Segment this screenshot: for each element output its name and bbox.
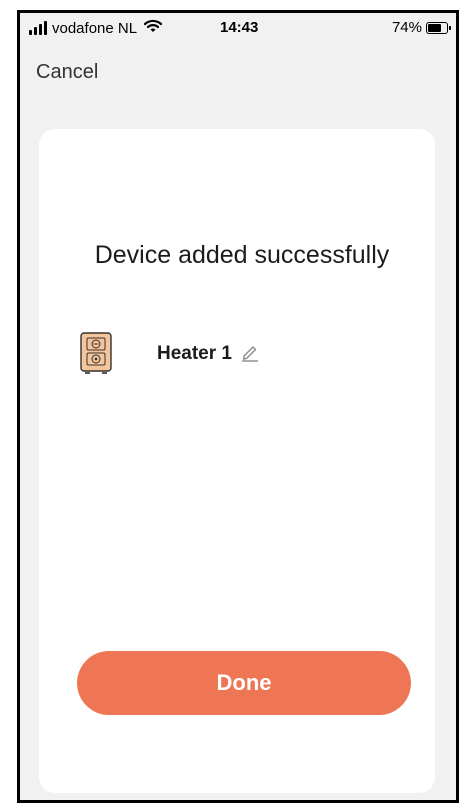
device-row: Heater 1 xyxy=(79,331,260,377)
pencil-icon[interactable] xyxy=(240,342,260,367)
wifi-icon xyxy=(143,19,163,37)
status-bar: vodafone NL 14:43 74% xyxy=(20,13,456,47)
battery-fill xyxy=(428,23,441,32)
signal-bars-icon xyxy=(29,21,47,35)
battery-percent: 74% xyxy=(391,19,422,36)
device-name: Heater 1 xyxy=(157,343,232,364)
status-left: vodafone NL xyxy=(29,19,163,37)
carrier-name: vodafone NL xyxy=(52,19,138,37)
battery-icon xyxy=(426,21,451,34)
status-right: 74% xyxy=(391,19,451,36)
heater-icon xyxy=(79,331,113,377)
status-time: 14:43 xyxy=(220,19,259,36)
done-button[interactable]: Done xyxy=(77,651,411,715)
success-card: Device added successfully Heater 1 Done xyxy=(39,129,435,793)
phone-screen: vodafone NL 14:43 74% Cancel Device adde… xyxy=(17,10,459,803)
cancel-button[interactable]: Cancel xyxy=(36,61,98,84)
page-title: Device added successfully xyxy=(94,241,390,269)
